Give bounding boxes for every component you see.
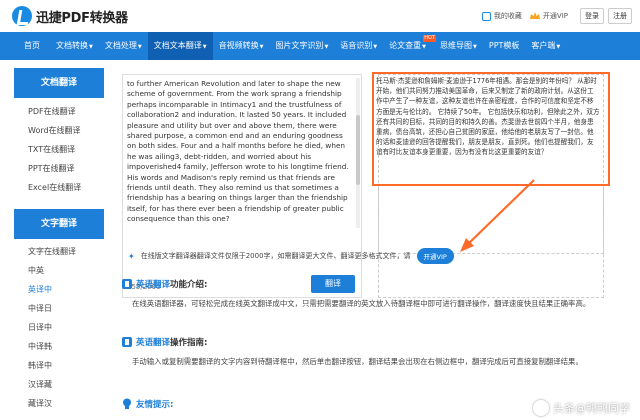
register-button[interactable]: 注册	[608, 8, 632, 24]
chevron-down-icon: ▼	[473, 44, 477, 50]
nav-label: PPT模板	[488, 41, 520, 50]
watermark: 头条@鸭鸭同学	[533, 400, 630, 416]
chevron-down-icon: ▼	[259, 44, 264, 50]
chevron-down-icon: ▼	[556, 44, 561, 50]
limit-notice: ✦ 在线版文字翻译器翻译文件仅限于2000字，如需翻译更大文件、翻译更多格式文件…	[128, 248, 454, 264]
sidebar-item-en-zh[interactable]: 英译中	[14, 280, 104, 299]
nav-item-ppt[interactable]: PPT模板	[483, 32, 526, 60]
chevron-down-icon: ▼	[137, 44, 142, 50]
source-text[interactable]: to further American Revolution and later…	[127, 79, 349, 225]
section-title-guide: 英语翻译 操作指南:	[122, 336, 207, 348]
sidebar-item-ja-zh[interactable]: 日译中	[14, 318, 104, 337]
nav-item-speech[interactable]: 语音识别▼	[334, 32, 383, 60]
chevron-down-icon: ▼	[89, 44, 93, 50]
nav-item-client[interactable]: 客户端▼	[525, 32, 566, 60]
notice-vip-button[interactable]: 开通VIP	[416, 248, 454, 264]
sidebar-item-bo-zh[interactable]: 藏译汉	[14, 394, 104, 413]
result-box-lower	[378, 188, 604, 298]
source-textarea[interactable]: to further American Revolution and later…	[122, 74, 362, 298]
crown-icon	[529, 12, 540, 20]
nav-label: 论文查重	[389, 41, 422, 50]
watermark-text: 头条@鸭鸭同学	[553, 402, 630, 415]
main-nav: 首页 文档转换▼ 文档处理▼ 文档文本翻译▼ 音视频转换▼ 图片文字识别▼ 语音…	[0, 32, 640, 60]
sidebar-head-doc: 文档翻译	[14, 68, 104, 98]
sidebar: 文档翻译 PDF在线翻译 Word在线翻译 TXT在线翻译 PPT在线翻译 Ex…	[14, 68, 104, 420]
nav-label: 文档文本翻译	[153, 41, 202, 50]
sidebar-head-text: 文字翻译	[14, 209, 104, 239]
vip-label: 开通VIP	[542, 12, 568, 20]
book-icon	[122, 279, 132, 289]
sidebar-item-zh-ko[interactable]: 中译韩	[14, 337, 104, 356]
sidebar-item-word[interactable]: Word在线翻译	[14, 121, 104, 140]
sidebar-item-excel[interactable]: Excel在线翻译	[14, 178, 104, 197]
chevron-down-icon: ▼	[324, 44, 329, 50]
nav-item-doc-convert[interactable]: 文档转换▼	[50, 32, 99, 60]
nav-label: 图片文字识别	[275, 41, 324, 50]
sidebar-item-zh-en[interactable]: 中英	[14, 261, 104, 280]
header: 迅捷PDF转换器 我的收藏 开通VIP 登录 注册	[0, 0, 640, 32]
sidebar-item-zh-bo[interactable]: 汉译藏	[14, 375, 104, 394]
book-icon	[122, 337, 132, 347]
app-root: 迅捷PDF转换器 我的收藏 开通VIP 登录 注册 首页 文档转换▼ 文档处理▼…	[0, 0, 640, 420]
watermark-logo-icon	[533, 400, 549, 416]
source-scroll-thumb[interactable]	[356, 115, 360, 185]
lightbulb-icon	[122, 398, 132, 410]
my-collection-label: 我的收藏	[493, 12, 522, 20]
nav-label: 音视频转换	[218, 41, 259, 50]
section-text-intro: 在线英语翻译器，可轻松完成在线英文翻译成中文，只需把需要翻译的英文放入待翻译框中…	[132, 299, 591, 308]
nav-item-translate[interactable]: 文档文本翻译▼	[147, 32, 213, 60]
nav-label: 首页	[24, 41, 40, 50]
nav-item-doc-process[interactable]: 文档处理▼	[99, 32, 148, 60]
translate-button[interactable]: 翻译	[311, 275, 355, 293]
logo-icon	[12, 6, 32, 26]
nav-label: 思维导图	[440, 41, 473, 50]
nav-item-plagiarism[interactable]: 论文查重▼ HOT	[383, 32, 437, 60]
nav-label: 文档转换	[56, 41, 88, 50]
section-title-main: 英语翻译	[136, 338, 171, 348]
nav-item-mindmap[interactable]: 思维导图▼	[434, 32, 483, 60]
section-title-suffix: 功能介绍:	[170, 280, 208, 290]
sidebar-item-zh-ja[interactable]: 中译日	[14, 299, 104, 318]
section-title-intro: 英语翻译 功能介绍:	[122, 278, 207, 290]
main-content: to further American Revolution and later…	[114, 68, 626, 420]
highlight-rectangle	[372, 72, 610, 186]
nav-item-av-convert[interactable]: 音视频转换▼	[213, 32, 270, 60]
notice-text: 在线版文字翻译器翻译文件仅限于2000字，如需翻译更大文件、翻译更多格式文件，请	[140, 252, 411, 260]
chevron-down-icon: ▼	[373, 44, 378, 50]
logo[interactable]: 迅捷PDF转换器	[12, 6, 128, 26]
nav-item-ocr[interactable]: 图片文字识别▼	[269, 32, 334, 60]
nav-item-home[interactable]: 首页	[0, 32, 50, 60]
section-title-tips: 友情提示:	[122, 398, 173, 410]
vip-link[interactable]: 开通VIP	[529, 11, 568, 21]
header-actions: 我的收藏 开通VIP 登录 注册	[481, 8, 632, 24]
section-title-main: 英语翻译	[136, 280, 171, 290]
nav-label: 语音识别	[340, 41, 373, 50]
chevron-down-icon: ▼	[422, 44, 427, 50]
section-title-main: 友情提示:	[136, 400, 174, 410]
nav-label: 客户端	[531, 41, 556, 50]
section-title-suffix: 操作指南:	[170, 338, 208, 348]
nav-label: 文档处理	[104, 41, 137, 50]
logo-text: 迅捷PDF转换器	[36, 10, 128, 26]
sidebar-item-pdf[interactable]: PDF在线翻译	[14, 102, 104, 121]
sidebar-item-ko-zh[interactable]: 韩译中	[14, 356, 104, 375]
section-text-guide: 手动输入或复制需要翻译的文字内容到待翻译框中，然后单击翻译按钮，翻译结果会出现在…	[132, 357, 583, 366]
collection-icon	[481, 11, 491, 21]
login-button[interactable]: 登录	[580, 8, 604, 24]
star-icon: ✦	[128, 251, 135, 261]
sidebar-item-text-online[interactable]: 文字在线翻译	[14, 242, 104, 261]
chevron-down-icon: ▼	[202, 44, 207, 50]
my-collection-link[interactable]: 我的收藏	[481, 11, 522, 21]
sidebar-item-txt[interactable]: TXT在线翻译	[14, 140, 104, 159]
sidebar-item-ppt[interactable]: PPT在线翻译	[14, 159, 104, 178]
